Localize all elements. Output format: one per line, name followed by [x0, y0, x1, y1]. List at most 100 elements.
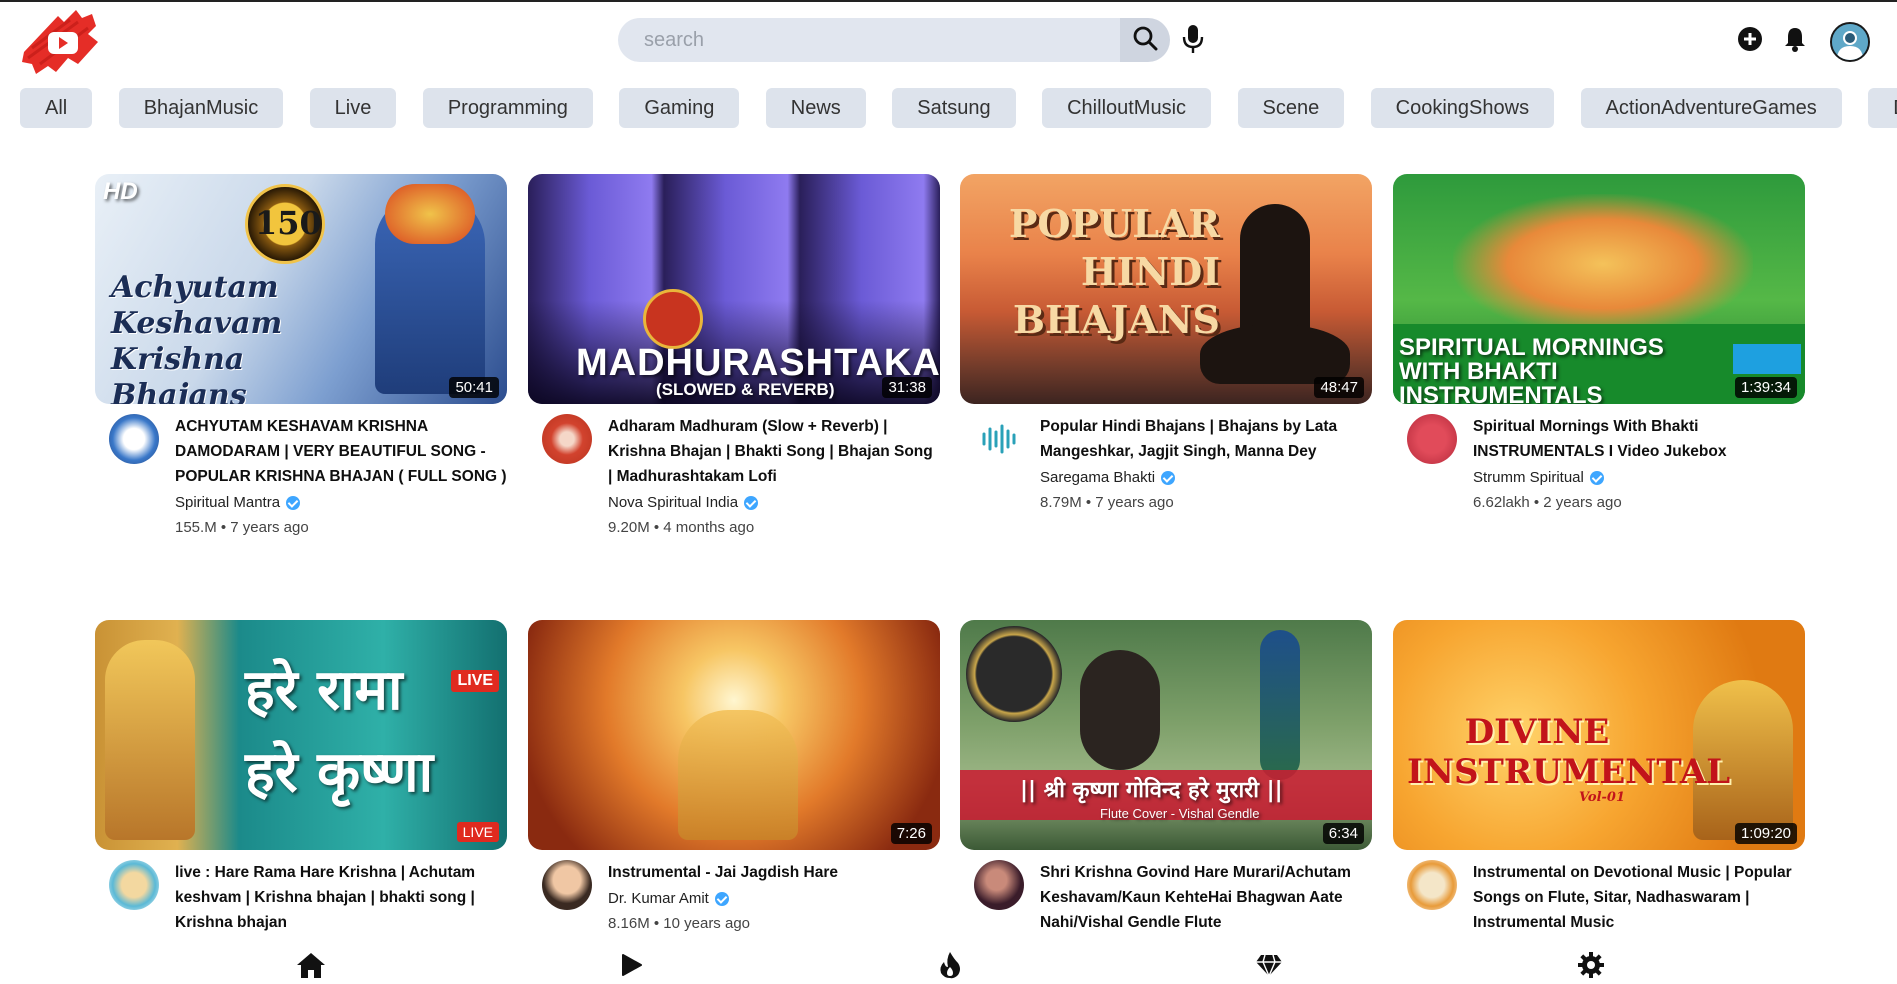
thumbnail-subtext: Flute Cover - Vishal Gendle	[1100, 806, 1260, 821]
chip-programming[interactable]: Programming	[422, 88, 593, 128]
video-duration: 1:39:34	[1734, 377, 1797, 398]
chip-all[interactable]: All	[20, 88, 93, 128]
video-meta: Popular Hindi Bhajans | Bhajans by Lata …	[960, 414, 1372, 514]
video-title[interactable]: ACHYUTAM KESHAVAM KRISHNA DAMODARAM | VE…	[175, 414, 507, 489]
chip-bhajanmusic[interactable]: BhajanMusic	[118, 88, 284, 128]
video-duration: 1:09:20	[1734, 823, 1797, 844]
verified-icon	[286, 496, 301, 511]
thumbnail-subtext: Vol-01	[1579, 790, 1625, 805]
channel-avatar[interactable]	[542, 860, 592, 910]
video-stats: 6.62lakh • 2 years ago	[1473, 494, 1622, 511]
chip-actionadventuregames[interactable]: ActionAdventureGames	[1580, 88, 1842, 128]
video-card[interactable]: POPULAR HINDI BHAJANS 48:47 Popular Hind…	[960, 174, 1372, 514]
video-meta: Adharam Madhuram (Slow + Reverb) | Krish…	[528, 414, 940, 539]
channel-avatar[interactable]	[109, 860, 159, 910]
thumbnail-subtext: (SLOWED & REVERB)	[656, 380, 835, 399]
channel-name[interactable]: Nova Spiritual India	[608, 492, 940, 514]
video-title[interactable]: Popular Hindi Bhajans | Bhajans by Lata …	[1040, 414, 1372, 464]
video-meta: Instrumental - Jai Jagdish Hare Dr. Kuma…	[528, 860, 940, 935]
video-thumbnail[interactable]: हरे रामा हरे कृष्णा LIVE LIVE	[95, 620, 507, 850]
video-title[interactable]: Instrumental - Jai Jagdish Hare	[608, 860, 940, 885]
video-duration: 7:26	[890, 823, 932, 844]
video-card[interactable]: 150 HD Achyutam Keshavam Krishna Bhajans…	[95, 174, 507, 539]
thumbnail-text: Achyutam Keshavam Krishna Bhajans	[111, 270, 283, 404]
chip-scene[interactable]: Scene	[1237, 88, 1345, 128]
create-button[interactable]	[1733, 24, 1767, 58]
chip-live[interactable]: Live	[309, 88, 397, 128]
search-bar	[618, 18, 1170, 62]
video-meta: Instrumental on Devotional Music | Popul…	[1393, 860, 1805, 935]
channel-name[interactable]: Strumm Spiritual	[1473, 467, 1805, 489]
video-title[interactable]: live : Hare Rama Hare Krishna | Achutam …	[175, 860, 507, 935]
video-thumbnail[interactable]: MADHURASHTAKAM (SLOWED & REVERB) 31:38	[528, 174, 940, 404]
channel-avatar[interactable]	[1407, 414, 1457, 464]
search-input[interactable]	[618, 18, 1120, 62]
video-thumbnail[interactable]: 150 HD Achyutam Keshavam Krishna Bhajans…	[95, 174, 507, 404]
video-stats: 155.M • 7 years ago	[175, 519, 309, 536]
video-duration: 48:47	[1314, 377, 1364, 398]
video-title[interactable]: Adharam Madhuram (Slow + Reverb) | Krish…	[608, 414, 940, 489]
chip-driving[interactable]: Drivi	[1868, 88, 1897, 128]
youtube-logo-icon[interactable]	[18, 8, 104, 80]
video-card[interactable]: || श्री कृष्णा गोविन्द हरे मुरारी || Flu…	[960, 620, 1372, 935]
video-thumbnail[interactable]: DIVINE INSTRUMENTAL Vol-01 1:09:20	[1393, 620, 1805, 850]
bottom-nav	[0, 946, 1897, 984]
video-meta: live : Hare Rama Hare Krishna | Achutam …	[95, 860, 507, 935]
channel-avatar[interactable]	[1407, 860, 1457, 910]
video-thumbnail[interactable]: SPIRITUAL MORNINGS WITH BHAKTI INSTRUMEN…	[1393, 174, 1805, 404]
category-chips: All BhajanMusic Live Programming Gaming …	[20, 88, 1897, 130]
video-card[interactable]: 7:26 Instrumental - Jai Jagdish Hare Dr.…	[528, 620, 940, 935]
mic-icon	[1182, 24, 1204, 59]
fire-icon	[938, 951, 962, 984]
search-icon	[1132, 25, 1158, 56]
video-title[interactable]: Spiritual Mornings With Bhakti INSTRUMEN…	[1473, 414, 1805, 464]
video-card[interactable]: DIVINE INSTRUMENTAL Vol-01 1:09:20 Instr…	[1393, 620, 1805, 935]
chip-gaming[interactable]: Gaming	[619, 88, 740, 128]
top-header	[0, 2, 1897, 82]
video-duration: 31:38	[882, 377, 932, 398]
video-meta: Spiritual Mornings With Bhakti INSTRUMEN…	[1393, 414, 1805, 514]
video-thumbnail[interactable]: || श्री कृष्णा गोविन्द हरे मुरारी || Flu…	[960, 620, 1372, 850]
channel-avatar[interactable]	[542, 414, 592, 464]
channel-avatar[interactable]	[109, 414, 159, 464]
video-duration: 50:41	[449, 377, 499, 398]
video-card[interactable]: MADHURASHTAKAM (SLOWED & REVERB) 31:38 A…	[528, 174, 940, 539]
video-card[interactable]: SPIRITUAL MORNINGS WITH BHAKTI INSTRUMEN…	[1393, 174, 1805, 514]
verified-icon	[1161, 471, 1176, 486]
verified-icon	[1589, 471, 1604, 486]
video-meta: Shri Krishna Govind Hare Murari/Achutam …	[960, 860, 1372, 935]
live-badge-bottom: LIVE	[456, 822, 499, 842]
play-icon	[619, 953, 643, 982]
channel-name[interactable]: Spiritual Mantra	[175, 492, 507, 514]
nav-home[interactable]	[294, 950, 328, 984]
bell-icon	[1783, 26, 1807, 57]
video-meta: ACHYUTAM KESHAVAM KRISHNA DAMODARAM | VE…	[95, 414, 507, 539]
video-stats: 9.20M • 4 months ago	[608, 519, 755, 536]
nav-trending[interactable]	[933, 950, 967, 984]
chip-news[interactable]: News	[765, 88, 866, 128]
video-stats: 8.16M • 10 years ago	[608, 915, 751, 932]
diamond-icon	[1255, 953, 1283, 982]
channel-name[interactable]: Saregama Bhakti	[1040, 467, 1372, 489]
channel-avatar[interactable]	[974, 860, 1024, 910]
nav-play[interactable]	[614, 950, 648, 984]
chip-satsung[interactable]: Satsung	[892, 88, 1016, 128]
thumbnail-text: SPIRITUAL MORNINGS WITH BHAKTI INSTRUMEN…	[1399, 334, 1664, 405]
live-badge: LIVE	[451, 670, 499, 692]
chip-cookingshows[interactable]: CookingShows	[1370, 88, 1555, 128]
search-button[interactable]	[1120, 18, 1170, 62]
video-title[interactable]: Instrumental on Devotional Music | Popul…	[1473, 860, 1805, 935]
video-thumbnail[interactable]: 7:26	[528, 620, 940, 850]
nav-premium[interactable]	[1252, 950, 1286, 984]
notifications-button[interactable]	[1778, 24, 1812, 58]
mic-button[interactable]	[1180, 24, 1206, 58]
video-thumbnail[interactable]: POPULAR HINDI BHAJANS 48:47	[960, 174, 1372, 404]
channel-avatar[interactable]	[974, 414, 1024, 464]
video-title[interactable]: Shri Krishna Govind Hare Murari/Achutam …	[1040, 860, 1372, 935]
video-stats: 8.79M • 7 years ago	[1040, 494, 1174, 511]
chip-chilloutmusic[interactable]: ChilloutMusic	[1042, 88, 1212, 128]
channel-name[interactable]: Dr. Kumar Amit	[608, 888, 940, 910]
nav-settings[interactable]	[1574, 950, 1608, 984]
avatar[interactable]	[1830, 22, 1870, 62]
video-card[interactable]: हरे रामा हरे कृष्णा LIVE LIVE live : Har…	[95, 620, 507, 935]
